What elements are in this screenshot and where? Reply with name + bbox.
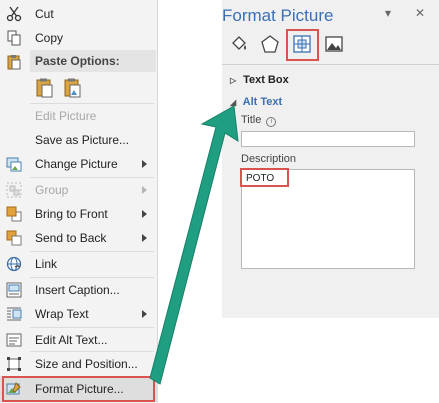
annotation-arrow <box>149 105 239 385</box>
